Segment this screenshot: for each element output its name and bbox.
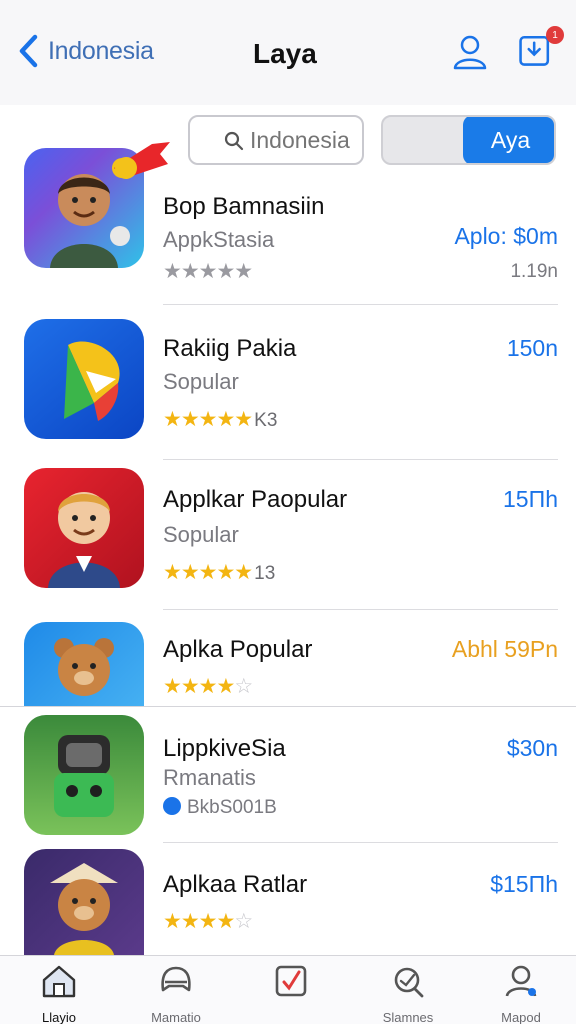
back-button[interactable]: Indonesia: [18, 34, 154, 68]
account-button[interactable]: [448, 30, 492, 74]
list-item[interactable]: Rakiig Pakia Sopular ★★★★★ K3 150n: [0, 305, 576, 460]
app-icon-robot: [24, 715, 144, 835]
app-name: Rakiig Pakia: [163, 335, 297, 362]
app-icon-bear: [24, 849, 144, 955]
price-button[interactable]: Aplo: $0m: [454, 223, 558, 250]
person-icon: [453, 35, 487, 70]
app-name: Bop Bamnasiin: [163, 193, 325, 220]
app-icon-maps: [24, 319, 144, 439]
app-name: LippkiveSia: [163, 735, 286, 762]
tab-apps[interactable]: [241, 962, 341, 1010]
star-rating: ★★★★★: [163, 260, 253, 283]
app-icon-bear: [24, 622, 144, 706]
star-rating: ★★★★☆: [163, 675, 253, 698]
chevron-left-icon: [19, 34, 38, 68]
profile-icon: [505, 965, 537, 997]
price-button[interactable]: 15Πh: [503, 486, 558, 513]
star-rating: ★★★★☆: [163, 910, 253, 933]
app-size: 1.19n: [510, 261, 558, 282]
price-button[interactable]: $30n: [507, 735, 558, 762]
tab-account[interactable]: Mapod: [471, 962, 571, 1024]
app-name: Applkar Paopular: [163, 486, 348, 513]
tab-bar: Llayio Mamatio Slamnes Mapod: [0, 955, 576, 1024]
list-item[interactable]: LippkiveSia Rmanatis BkbS001B $30n: [0, 707, 576, 843]
apps-icon: [275, 965, 307, 997]
gamepad-icon: [161, 966, 191, 992]
app-category: Sopular: [163, 522, 239, 547]
app-name: Aplka Popular: [163, 636, 313, 663]
home-icon: [42, 965, 76, 998]
app-category: Rmanatis: [163, 765, 256, 790]
list-item[interactable]: Applkar Paopular Sopular ★★★★★ 13 15Πh: [0, 460, 576, 610]
price-button[interactable]: $15Πh: [490, 871, 558, 898]
price-button[interactable]: 150n: [507, 335, 558, 362]
list-item[interactable]: Aplka Popular ★★★★☆ Abhl 59Pn: [0, 610, 576, 706]
tab-search[interactable]: Slamnes: [358, 962, 458, 1024]
updates-button[interactable]: 1: [516, 26, 564, 74]
app-developer: AppkStasia: [163, 227, 275, 252]
list-item[interactable]: Bop Bamnasiin AppkStasia ★★★★★ Aplo: $0m…: [0, 145, 576, 305]
search-icon: [394, 967, 424, 998]
nav-header: Indonesia Laya 1: [0, 0, 576, 105]
app-developer: BkbS001B: [163, 797, 277, 819]
verified-icon: [163, 797, 181, 815]
ribbon-badge-icon: [114, 142, 170, 179]
price-button[interactable]: Abhl 59Pn: [452, 636, 558, 663]
app-name: Aplkaa Ratlar: [163, 871, 308, 898]
notification-badge: 1: [546, 26, 564, 44]
page-title: Laya: [253, 38, 317, 69]
tab-games[interactable]: Mamatio: [126, 962, 226, 1024]
star-rating: ★★★★★ K3: [163, 408, 278, 431]
tab-today[interactable]: Llayio: [9, 962, 109, 1024]
star-rating: ★★★★★ 13: [163, 561, 276, 584]
back-label: Indonesia: [48, 36, 154, 65]
list-item[interactable]: Aplkaa Ratlar ★★★★☆ $15Πh: [0, 843, 576, 955]
app-category: Sopular: [163, 369, 239, 394]
app-icon-character: [24, 468, 144, 588]
